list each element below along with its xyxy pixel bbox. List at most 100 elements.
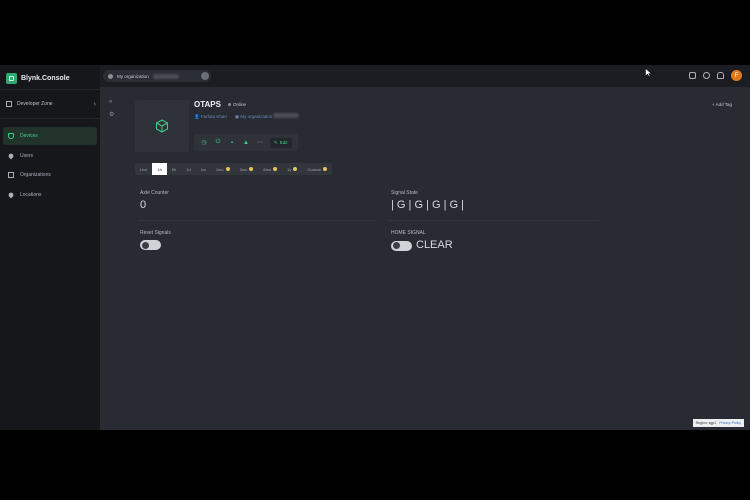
device-dashboard: « ⚙ OTAPS Online 👤 Farhan Khan ▣ My orga… xyxy=(100,87,750,430)
tab-6h[interactable]: 6h xyxy=(167,163,181,175)
tab-label: 1y xyxy=(287,166,292,172)
clock-icon[interactable]: ◷ xyxy=(200,139,208,147)
device-action-bar: ◷ ⏻ ▪ ▲ ⋯ ✎ Edit xyxy=(194,134,298,151)
device-org-link[interactable]: ▣ My organization xyxy=(235,113,300,120)
divider xyxy=(138,220,376,221)
region-label: Region: sgp1 xyxy=(695,421,717,425)
widget-home-signal: HOME SIGNAL CLEAR xyxy=(391,230,453,251)
privacy-policy-link[interactable]: Privacy Policy xyxy=(719,421,741,425)
person-icon xyxy=(7,152,15,159)
widget-value: CLEAR xyxy=(416,239,453,251)
widget-value: | G | G | G | G | xyxy=(391,199,464,211)
cube-icon xyxy=(156,119,168,133)
bell-icon[interactable] xyxy=(717,72,724,79)
device-owner: Farhan Khan xyxy=(200,113,227,119)
more-options-icon[interactable]: ⋯ xyxy=(256,139,264,147)
divider xyxy=(389,220,599,221)
tab-custom[interactable]: Custom xyxy=(302,163,332,175)
sidebar-item-users[interactable]: Users xyxy=(3,147,97,165)
tab-1y[interactable]: 1y xyxy=(282,163,302,175)
status-dot-icon xyxy=(228,103,231,106)
tab-label: 6mo xyxy=(263,166,272,172)
premium-icon xyxy=(273,167,278,171)
tab-1d[interactable]: 1d xyxy=(181,163,195,175)
notification-icon[interactable]: ▲ xyxy=(242,139,250,147)
time-range-tabs: Live 1h 6h 1d 1w 1mo 3mo 6mo 1y Custom xyxy=(135,163,333,175)
edit-label: Edit xyxy=(279,140,288,145)
sidebar-item-label: Locations xyxy=(20,191,42,198)
device-image[interactable] xyxy=(135,100,189,152)
top-bar: My organization F xyxy=(100,65,750,87)
mouse-cursor-icon xyxy=(645,68,652,77)
app-window: Blynk.Console Developer Zone › Devices U… xyxy=(0,65,750,430)
organization-settings-icon[interactable] xyxy=(201,72,209,80)
top-bar-actions: F xyxy=(689,70,742,81)
settings-icon[interactable]: ⚙ xyxy=(109,111,114,118)
tab-6mo[interactable]: 6mo xyxy=(258,163,282,175)
sidebar-item-label: Devices xyxy=(20,133,38,139)
gear-icon[interactable] xyxy=(703,72,710,79)
reset-signals-switch[interactable] xyxy=(140,240,161,250)
shield-icon xyxy=(8,133,14,139)
developer-zone-menu[interactable]: Developer Zone › xyxy=(6,98,96,110)
tab-1mo[interactable]: 1mo xyxy=(211,163,235,175)
widget-label: Reset Signals xyxy=(140,230,171,236)
home-signal-switch[interactable] xyxy=(391,240,412,251)
status-text: Online xyxy=(233,102,247,107)
device-owner-link[interactable]: 👤 Farhan Khan xyxy=(194,114,227,120)
device-org: My organization xyxy=(240,114,273,119)
sidebar: Blynk.Console Developer Zone › Devices U… xyxy=(0,65,100,430)
blynk-logo-icon xyxy=(6,72,17,84)
widget-signal-state: Signal State | G | G | G | G | xyxy=(391,190,464,211)
device-meta: 👤 Farhan Khan ▣ My organization xyxy=(194,113,300,120)
home-signal-row: CLEAR xyxy=(391,236,453,251)
add-tag-button[interactable]: + Add Tag xyxy=(712,102,732,107)
sidebar-item-locations[interactable]: Locations xyxy=(3,186,97,204)
location-pin-icon xyxy=(7,191,15,198)
blurred-text xyxy=(273,113,300,118)
blurred-text xyxy=(152,73,179,79)
premium-icon xyxy=(293,167,298,171)
premium-icon xyxy=(249,167,254,171)
developer-zone-label: Developer Zone xyxy=(17,101,53,107)
organization-icon xyxy=(108,73,113,79)
widget-label: Axle Counter xyxy=(140,190,169,196)
widget-label: Signal State xyxy=(391,190,418,196)
sidebar-item-label: Users xyxy=(20,152,34,159)
tab-label: 3mo xyxy=(239,166,248,172)
footer: Region: sgp1 Privacy Policy xyxy=(692,419,744,427)
brand-name: Blynk.Console xyxy=(21,74,70,82)
avatar[interactable]: F xyxy=(731,70,742,81)
tab-1w[interactable]: 1w xyxy=(196,163,211,175)
sidebar-item-devices[interactable]: Devices xyxy=(3,127,97,145)
widget-reset-signals: Reset Signals xyxy=(140,230,171,250)
edit-button[interactable]: ✎ Edit xyxy=(270,137,292,148)
premium-icon xyxy=(225,167,230,171)
divider xyxy=(0,118,100,119)
tab-label: Custom xyxy=(307,166,322,172)
developer-zone-icon xyxy=(6,101,12,107)
bookmark-icon[interactable]: ▪ xyxy=(228,139,236,147)
widget-value: 0 xyxy=(140,199,147,211)
organization-switcher[interactable]: My organization xyxy=(103,70,211,82)
tab-1h[interactable]: 1h xyxy=(152,163,167,175)
organization-name: My organization xyxy=(117,73,149,79)
divider xyxy=(0,89,100,90)
premium-icon xyxy=(323,167,328,171)
sidebar-item-organizations[interactable]: Organizations xyxy=(3,166,97,184)
sidebar-nav: Devices Users Organizations Locations xyxy=(3,127,97,205)
tab-live[interactable]: Live xyxy=(135,163,152,175)
widget-axle-counter: Axle Counter 0 xyxy=(140,190,169,211)
tab-label: 1mo xyxy=(215,166,224,172)
device-name: OTAPS xyxy=(194,100,221,109)
chevron-right-icon: › xyxy=(93,100,96,108)
collapse-icon[interactable]: « xyxy=(109,99,114,105)
brand[interactable]: Blynk.Console xyxy=(6,71,70,85)
status-badge: Online xyxy=(228,102,246,107)
pencil-icon: ✎ xyxy=(274,139,278,145)
organization-icon xyxy=(8,172,14,178)
chat-icon[interactable] xyxy=(689,72,696,79)
tab-3mo[interactable]: 3mo xyxy=(235,163,259,175)
left-toolbar: « ⚙ xyxy=(109,99,114,118)
power-icon[interactable]: ⏻ xyxy=(214,139,222,147)
